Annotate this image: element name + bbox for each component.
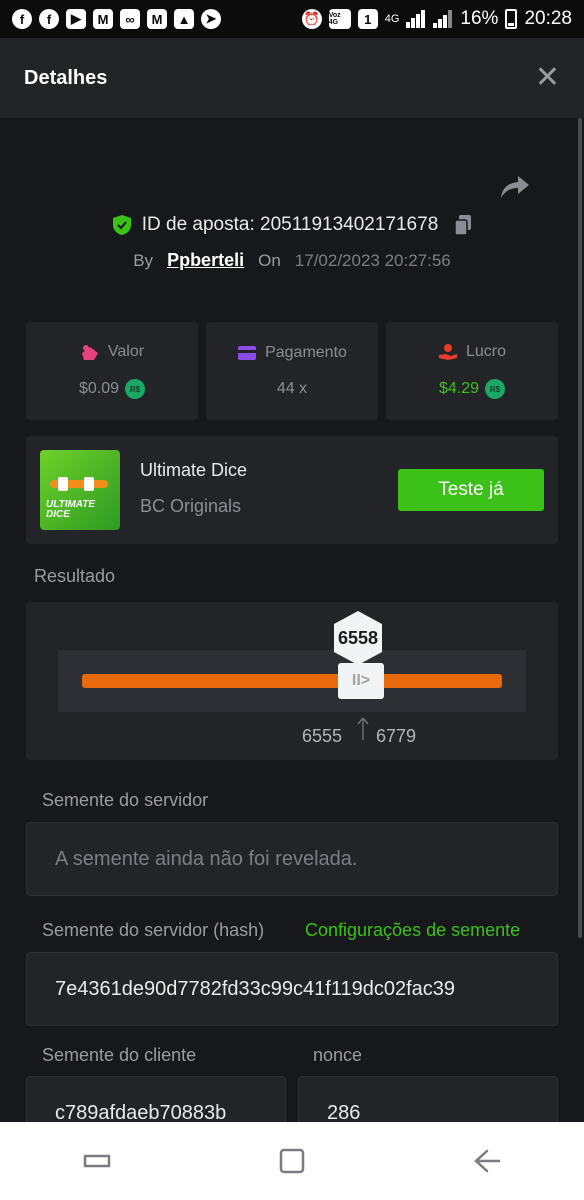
profit-hand-icon [438, 344, 457, 360]
nonce-value: 286 [327, 1101, 361, 1123]
alarm-icon: ⏰ [301, 9, 322, 29]
notification-icons: f f ▶ M ∞ M ▲ ➤ [12, 9, 221, 29]
thumb-dot [84, 477, 94, 491]
signal-icon [406, 10, 426, 28]
volte-badge: Voz 4G [328, 9, 351, 29]
game-provider: BC Originals [140, 496, 242, 516]
mail-icon: M [147, 9, 167, 29]
user-link[interactable]: Ppberteli [167, 250, 244, 271]
game-thumbnail[interactable]: ULTIMATE DICE [40, 450, 120, 530]
result-panel: II> 6558 6555 6779 [26, 602, 558, 760]
client-seed-field[interactable]: c789afdaeb70883b [26, 1076, 286, 1122]
voicemail-icon: ∞ [120, 9, 140, 29]
result-value: 6558 [337, 628, 379, 648]
mail-icon: M [93, 9, 113, 29]
battery-percent: 16% [460, 8, 499, 29]
close-icon[interactable]: ✕ [535, 63, 560, 93]
server-seed-field[interactable]: A semente ainda não foi revelada. [26, 822, 558, 896]
back-icon[interactable] [467, 1141, 507, 1181]
recent-apps-icon[interactable] [77, 1141, 117, 1181]
wallet-icon [238, 346, 257, 360]
card-pagamento: Pagamento 44 x [206, 322, 378, 420]
card-label: Valor [107, 343, 145, 360]
game-name: Ultimate Dice [140, 460, 248, 480]
card-label: Pagamento [265, 344, 347, 361]
on-label: On [258, 250, 281, 270]
slider-track [82, 674, 502, 688]
server-hash-label: Semente do servidor (hash) [42, 920, 265, 940]
sim-badge: 1 [357, 9, 378, 29]
range-high: 6779 [376, 726, 417, 746]
bet-meta: By Ppberteli On 17/02/2023 20:27:56 [0, 250, 584, 271]
server-seed-value: A semente ainda não foi revelada. [55, 847, 358, 870]
card-valor: Valor $0.09 R$ [26, 322, 198, 420]
seed-settings-link[interactable]: Configurações de semente [305, 920, 520, 941]
nonce-field[interactable]: 286 [298, 1076, 558, 1122]
currency-badge: R$ [485, 379, 506, 399]
nonce-label: nonce [313, 1045, 363, 1065]
page-title: Detalhes [24, 66, 108, 89]
bet-id: ID de aposta: 20511913402171678 [141, 214, 439, 235]
system-nav-bar [0, 1122, 584, 1200]
client-seed-value: c789afdaeb70883b [55, 1101, 227, 1123]
bet-date: 17/02/2023 20:27:56 [294, 250, 451, 270]
arrow-up-icon [357, 717, 369, 740]
system-status: ⏰ Voz 4G 1 4G 16% 20:28 [301, 8, 572, 30]
currency-badge: R$ [125, 379, 146, 399]
bet-amount-icon [81, 345, 98, 360]
clock: 20:28 [524, 8, 572, 29]
thumb-title: ULTIMATE DICE [46, 499, 96, 520]
result-slider: II> [58, 650, 526, 712]
share-icon[interactable] [500, 174, 530, 200]
facebook-icon: f [39, 9, 59, 29]
server-seed-label: Semente do servidor [42, 790, 209, 810]
network-type: 4G [384, 13, 400, 25]
status-bar: f f ▶ M ∞ M ▲ ➤ ⏰ Voz 4G 1 4G 16% 20:28 [0, 0, 584, 38]
by-label: By [133, 250, 154, 270]
home-icon[interactable] [272, 1141, 312, 1181]
bet-summary-cards: Valor $0.09 R$ Pagamento 44 x Lucro $4.2… [26, 322, 558, 420]
shield-check-icon [112, 215, 131, 235]
thumb-dot [58, 477, 68, 491]
modal-header: Detalhes ✕ [0, 38, 584, 118]
client-seed-label: Semente do cliente [42, 1045, 197, 1065]
card-value: $4.29 [438, 380, 480, 397]
scrollbar[interactable] [578, 118, 582, 938]
game-card: ULTIMATE DICE Ultimate Dice BC Originals… [26, 436, 558, 544]
card-lucro: Lucro $4.29 R$ [386, 322, 558, 420]
facebook-icon: f [12, 9, 32, 29]
details-content[interactable]: ID de aposta: 20511913402171678 By Ppber… [0, 118, 584, 1122]
battery-icon [505, 9, 518, 29]
card-value: $0.09 [78, 380, 120, 397]
result-label: Resultado [34, 566, 116, 586]
card-label: Lucro [465, 343, 507, 360]
try-game-button[interactable]: Teste já [398, 469, 544, 511]
signal-icon [433, 10, 453, 28]
bet-id-row: ID de aposta: 20511913402171678 [0, 214, 584, 236]
card-value: 44 x [276, 380, 308, 397]
telegram-icon: ➤ [201, 9, 221, 29]
gallery-icon: ▲ [174, 9, 194, 29]
server-hash-value: 7e4361de90d7782fd33c99c41f119dc02fac39 [55, 977, 455, 1000]
range-low: 6555 [302, 726, 343, 746]
copy-icon[interactable] [454, 214, 472, 236]
youtube-icon: ▶ [66, 9, 86, 29]
server-hash-field[interactable]: 7e4361de90d7782fd33c99c41f119dc02fac39 [26, 952, 558, 1026]
slider-handle: II> [338, 663, 384, 699]
